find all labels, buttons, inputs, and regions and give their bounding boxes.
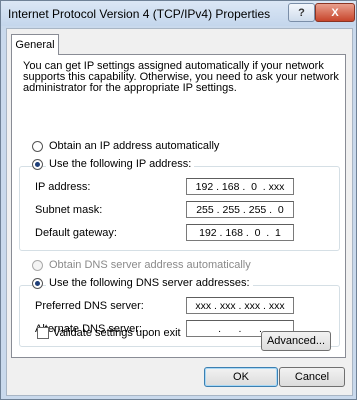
close-button[interactable]: X	[315, 3, 355, 22]
validate-checkbox[interactable]	[37, 327, 49, 339]
dialog-window: Internet Protocol Version 4 (TCP/IPv4) P…	[0, 0, 357, 400]
use-dns-radio[interactable]	[32, 278, 43, 289]
tab-general[interactable]: General	[11, 34, 59, 55]
advanced-button[interactable]: Advanced...	[261, 331, 331, 351]
help-button[interactable]: ?	[288, 3, 315, 22]
use-ip-label: Use the following IP address:	[46, 158, 195, 170]
validate-label: Validate settings upon exit	[53, 327, 181, 339]
preferred-dns-field[interactable]: xxx . xxx . xxx . xxx	[186, 297, 294, 314]
ok-button[interactable]: OK	[204, 367, 278, 387]
default-gateway-label: Default gateway:	[35, 227, 117, 239]
subnet-mask-field[interactable]: 255 . 255 . 255 . 0	[186, 201, 294, 218]
obtain-ip-auto-label: Obtain an IP address automatically	[49, 140, 220, 152]
tab-general-label: General	[15, 39, 55, 51]
general-panel: You can get IP settings assigned automat…	[11, 54, 346, 358]
title-bar[interactable]: Internet Protocol Version 4 (TCP/IPv4) P…	[1, 1, 356, 26]
preferred-dns-label: Preferred DNS server:	[35, 300, 144, 312]
default-gateway-field[interactable]: 192 . 168 . 0 . 1	[186, 224, 294, 241]
window-title: Internet Protocol Version 4 (TCP/IPv4) P…	[8, 7, 271, 21]
use-ip-radio[interactable]	[32, 159, 43, 170]
obtain-dns-auto-label: Obtain DNS server address automatically	[49, 259, 251, 271]
description-text: You can get IP settings assigned automat…	[23, 60, 339, 94]
dialog-body: General You can get IP settings assigned…	[6, 28, 353, 396]
use-dns-label: Use the following DNS server addresses:	[46, 277, 253, 289]
obtain-dns-auto-radio[interactable]	[32, 260, 43, 271]
cancel-button[interactable]: Cancel	[279, 367, 345, 387]
obtain-ip-auto-radio[interactable]	[32, 141, 43, 152]
ip-address-label: IP address:	[35, 181, 91, 193]
close-icon: X	[331, 6, 339, 19]
help-icon: ?	[298, 6, 305, 19]
ip-address-field[interactable]: 192 . 168 . 0 . xxx	[186, 178, 294, 195]
subnet-mask-label: Subnet mask:	[35, 204, 103, 216]
